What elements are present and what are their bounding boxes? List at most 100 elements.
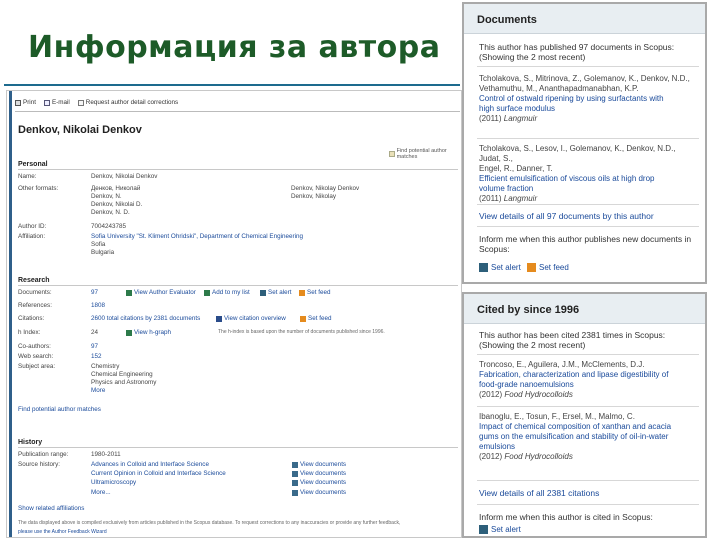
document-item: Tcholakova, S., Lesov, I., Golemanov, K.…: [479, 144, 699, 204]
add-to-list-label: Add to my list: [212, 289, 250, 296]
document-title-2b[interactable]: volume fraction: [479, 184, 699, 194]
view-author-evaluator-label: View Author Evaluator: [134, 289, 196, 296]
divider: [477, 480, 699, 481]
citing-title-1a[interactable]: Fabrication, characterization and lipase…: [479, 370, 699, 380]
documents-set-alert-button[interactable]: Set alert: [479, 263, 521, 272]
other-formats-label: Other formats:: [18, 185, 59, 192]
citing-title-2c[interactable]: emulsions: [479, 442, 699, 452]
view-documents-1[interactable]: View documents: [292, 461, 346, 468]
citing-title-2b[interactable]: gums on the emulsification and stability…: [479, 432, 699, 442]
hindex-row: h Index: 24 View h-graph The h-index is …: [18, 329, 458, 338]
citing-title-1b[interactable]: food-grade nanoemulsions: [479, 380, 699, 390]
alert-icon: [479, 263, 488, 272]
document-title-2a[interactable]: Efficient emulsification of viscous oils…: [479, 174, 699, 184]
other-format-6: Denkov, Nikolay: [291, 193, 337, 200]
alert-icon: [479, 525, 488, 534]
cited-summary-sub: (Showing the 2 most recent): [479, 340, 586, 350]
subject-2: Chemical Engineering: [91, 371, 153, 378]
view-all-documents-link[interactable]: View details of all 97 documents by this…: [479, 211, 654, 221]
view-documents-2[interactable]: View documents: [292, 470, 346, 477]
author-id-label: Author ID:: [18, 223, 47, 230]
subject-more-link[interactable]: More: [91, 387, 105, 394]
request-corrections-button[interactable]: Request author detail corrections: [77, 99, 178, 106]
hindex-note: The h-index is based upon the number of …: [218, 329, 385, 335]
print-label: Print: [23, 99, 36, 106]
citing-authors-1: Troncoso, E., Aguilera, J.M., McClements…: [479, 360, 645, 369]
cited-set-alert-button[interactable]: Set alert: [479, 525, 521, 534]
affiliation-row: Affiliation: Sofia University "St. Klime…: [18, 233, 458, 259]
documents-set-feed-button[interactable]: Set feed: [527, 263, 569, 272]
documents-summary: This author has published 97 documents i…: [479, 42, 675, 52]
research-divider: [18, 285, 458, 286]
document-authors-2a: Tcholakova, S., Lesov, I., Golemanov, K.…: [479, 144, 676, 163]
document-source-1: (2011) Langmuir: [479, 114, 699, 124]
source-history-row: Source history: Advances in Colloid and …: [18, 461, 458, 501]
name-value: Denkov, Nikolai Denkov: [91, 173, 158, 180]
author-id-value: 7004243785: [91, 223, 127, 230]
author-details-page: Print E-mail Request author detail corre…: [6, 90, 462, 538]
document-authors-1b: Vethamuthu, M., Ananthapadmanabhan, K.P.: [479, 84, 639, 93]
citations-value[interactable]: 2600 total citations by 2381 documents: [91, 315, 200, 322]
evaluator-icon: [126, 289, 132, 296]
coauthors-label: Co-authors:: [18, 343, 51, 350]
source-1-link[interactable]: Advances in Colloid and Interface Scienc…: [91, 461, 209, 468]
citation-overview-label: View citation overview: [224, 315, 286, 322]
affiliation-label: Affiliation:: [18, 233, 46, 240]
email-button[interactable]: E-mail: [43, 99, 70, 106]
title-rule: [4, 84, 460, 86]
view-all-citations-link[interactable]: View details of all 2381 citations: [479, 488, 599, 498]
document-title-1a[interactable]: Control of ostwald ripening by using sur…: [479, 94, 699, 104]
affiliation-line-1[interactable]: Sofia University "St. Kliment Ohridski",…: [91, 233, 303, 240]
footer-note: The data displayed above is compiled exc…: [18, 520, 401, 526]
references-value[interactable]: 1808: [91, 302, 105, 309]
coauthors-value[interactable]: 97: [91, 343, 98, 350]
source-3-link[interactable]: Ultramicroscopy: [91, 479, 136, 486]
add-to-list-link[interactable]: Add to my list: [204, 289, 250, 296]
cited-panel-title: Cited by since 1996: [477, 304, 580, 316]
view-author-evaluator-link[interactable]: View Author Evaluator: [126, 289, 196, 296]
source-more-link[interactable]: More...: [91, 489, 111, 496]
source-2-link[interactable]: Current Opinion in Colloid and Interface…: [91, 470, 226, 477]
view-documents-2-label: View documents: [300, 470, 347, 477]
websearch-value[interactable]: 152: [91, 353, 102, 360]
personal-divider: [18, 169, 458, 170]
hindex-label: h Index:: [18, 329, 41, 336]
page-toolbar: Print E-mail Request author detail corre…: [15, 99, 178, 106]
documents-inform-text: Inform me when this author publishes new…: [479, 234, 692, 244]
subject-1: Chemistry: [91, 363, 120, 370]
show-related-affiliations-link[interactable]: Show related affiliations: [18, 505, 84, 512]
citations-label: Citations:: [18, 315, 45, 322]
documents-set-alert-label: Set alert: [491, 263, 521, 272]
chart-icon: [216, 315, 222, 322]
websearch-label: Web search:: [18, 353, 54, 360]
citing-journal-1: Food Hydrocolloids: [504, 390, 573, 399]
citation-overview-link[interactable]: View citation overview: [216, 315, 286, 322]
set-alert-link[interactable]: Set alert: [260, 289, 291, 296]
history-divider: [18, 447, 458, 448]
find-potential-matches-link[interactable]: Find potential author matches: [18, 406, 101, 413]
email-label: E-mail: [51, 99, 70, 106]
toolbar-divider: [15, 111, 460, 112]
citing-authors-2: Ibanoglu, E., Tosun, F., Ersel, M., Malm…: [479, 412, 635, 421]
print-button[interactable]: Print: [15, 99, 36, 106]
hindex-value: 24: [91, 329, 99, 336]
view-documents-3[interactable]: View documents: [292, 479, 346, 486]
document-title-1b[interactable]: high surface modulus: [479, 104, 699, 114]
documents-count-link[interactable]: 97: [91, 289, 98, 296]
documents-panel-title: Documents: [477, 14, 537, 26]
potential-matches-link[interactable]: Find potential author matches: [389, 148, 461, 160]
documents-inform-text-2: Scopus:: [479, 244, 510, 254]
other-format-4: Denkov, N. D.: [91, 209, 130, 216]
set-feed-citations-link[interactable]: Set feed: [300, 315, 331, 322]
author-feedback-link[interactable]: please use the Author Feedback Wizard: [18, 529, 107, 535]
citing-title-2a[interactable]: Impact of chemical composition of xantha…: [479, 422, 699, 432]
view-documents-4[interactable]: View documents: [292, 489, 346, 496]
divider: [477, 354, 699, 355]
websearch-row: Web search: 152: [18, 353, 458, 362]
page-edge-bar: [9, 91, 12, 537]
view-hgraph-link[interactable]: View h-graph: [126, 329, 171, 336]
print-icon: [15, 99, 21, 106]
document-journal-2: Langmuir: [503, 194, 538, 203]
set-feed-link[interactable]: Set feed: [299, 289, 330, 296]
cited-by-panel: Cited by since 1996 This author has been…: [462, 292, 707, 538]
